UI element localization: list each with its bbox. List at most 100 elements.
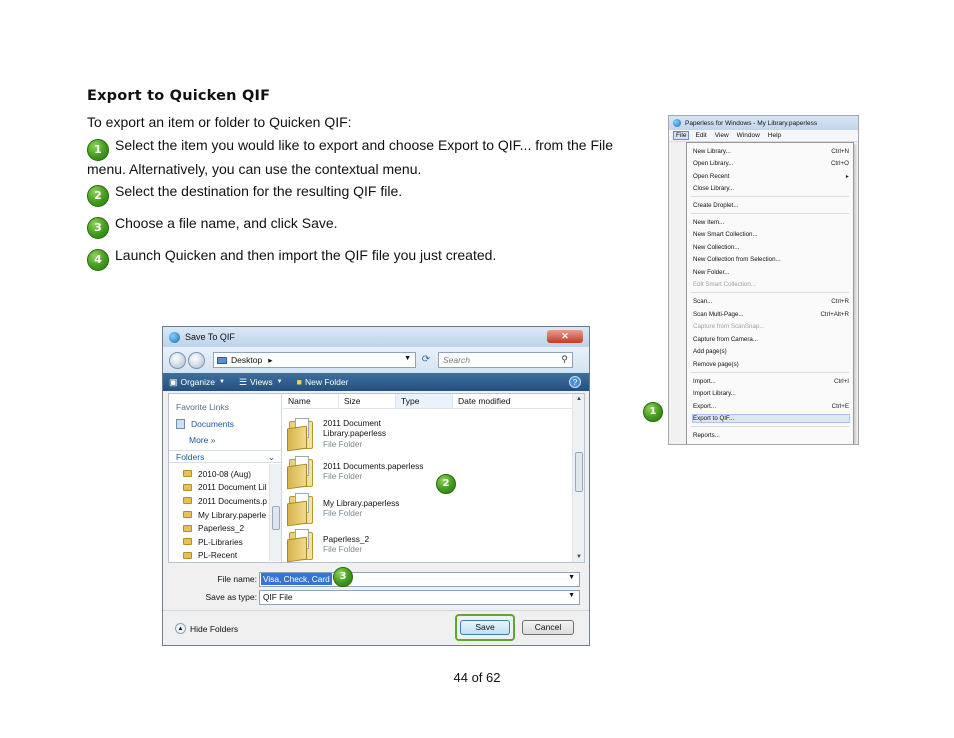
callout-3: 3 [333, 567, 353, 587]
cancel-button[interactable]: Cancel [522, 620, 574, 635]
menu-item[interactable]: New Folder... [693, 269, 849, 276]
step-2-text: Select the destination for the resulting… [115, 183, 403, 199]
menu-item[interactable]: Scan Multi-Page... Ctrl+Alt+R [693, 311, 849, 318]
folder-item[interactable]: PL-Libraries [183, 535, 269, 549]
hide-folders-button[interactable]: ▲ Hide Folders [175, 623, 238, 634]
favorites-more[interactable]: More » [189, 435, 215, 445]
refresh-icon[interactable]: ⟳ [418, 352, 434, 368]
folder-item[interactable]: 2011 Documents.p [183, 494, 269, 508]
folder-icon [183, 497, 192, 505]
menu-item[interactable]: Import... Ctrl+I [693, 378, 849, 385]
folder-scroll-thumb[interactable] [272, 506, 280, 530]
app-icon [673, 119, 681, 127]
menu-item[interactable]: New Library... Ctrl+N [693, 148, 849, 155]
search-input[interactable]: Search ⚲ [438, 352, 573, 368]
menu-item[interactable]: New Collection... [693, 244, 849, 251]
folder-label: 2011 Documents.p [198, 495, 268, 506]
menu-item-export-qif[interactable]: Export to QIF... [692, 414, 850, 423]
folder-item[interactable]: PL-Recent [183, 549, 269, 563]
close-button[interactable]: ✕ [547, 330, 583, 343]
menu-item[interactable]: Remove page(s) [693, 361, 849, 368]
folder-icon [287, 528, 314, 562]
file-type: File Folder [323, 544, 363, 555]
organize-button[interactable]: ▣ Organize ▼ [169, 377, 225, 388]
file-row[interactable]: My Library.paperless File Folder [287, 489, 557, 527]
menu-item[interactable]: Export... Ctrl+E [693, 403, 849, 410]
step-4: 4 Launch Quicken and then import the QIF … [87, 247, 647, 271]
folder-icon [183, 538, 192, 546]
save-type-select[interactable]: QIF File ▼ [259, 589, 580, 605]
menu-item[interactable]: New Collection from Selection... [693, 256, 849, 263]
chevron-down-icon[interactable]: ▼ [568, 574, 575, 581]
save-type-label: Save as type: [205, 592, 257, 602]
views-button[interactable]: ☰ Views ▼ [239, 377, 283, 388]
folder-label: 2011 Document Lil [198, 482, 267, 493]
menu-help[interactable]: Help [768, 132, 781, 139]
folder-icon [183, 524, 192, 532]
file-name: Paperless_2 [323, 533, 370, 544]
menu-item[interactable]: Import Library... [693, 390, 849, 397]
navigation-pane: Favorite Links Documents More » Folders ⌄… [169, 394, 282, 562]
save-type-row: Save as type: QIF File ▼ [163, 589, 589, 605]
dialog-toolbar: ▣ Organize ▼ ☰ Views ▼ ■ New Folder ? [163, 373, 589, 391]
file-row[interactable]: 2011 Document Library.paperless File Fold… [287, 414, 557, 452]
file-dropdown: New Library... Ctrl+N Open Library... Ctrl… [686, 142, 854, 444]
new-folder-label: New Folder [304, 377, 349, 387]
file-scroll-thumb[interactable] [575, 452, 583, 492]
menu-item[interactable]: Open Library... Ctrl+O [693, 160, 849, 167]
column-name[interactable]: Name [283, 394, 339, 408]
new-folder-button[interactable]: ■ New Folder [297, 377, 349, 387]
menu-item[interactable]: Add page(s) [693, 348, 849, 355]
column-type[interactable]: Type [396, 394, 453, 408]
menu-item[interactable]: Open Recent ▸ [693, 173, 849, 180]
forward-button[interactable] [188, 351, 205, 369]
folder-scrollbar[interactable] [269, 464, 281, 561]
menu-item[interactable]: Scan... Ctrl+R [693, 298, 849, 305]
help-icon[interactable]: ? [569, 376, 581, 388]
menu-item[interactable]: Capture from Camera... [693, 336, 849, 343]
menu-view[interactable]: View [715, 132, 729, 139]
file-row[interactable]: 2011 Documents.paperless File Folder [287, 452, 557, 490]
column-date-modified[interactable]: Date modified [453, 394, 573, 408]
file-row[interactable]: Paperless_2 File Folder [287, 525, 557, 563]
menu-window[interactable]: Window [737, 132, 760, 139]
scroll-down-icon[interactable]: ▼ [576, 554, 582, 560]
dialog-title: Save To QIF [185, 332, 235, 342]
menu-item[interactable]: Create Droplet... [693, 202, 849, 209]
browser-area: Favorite Links Documents More » Folders ⌄… [168, 393, 585, 563]
file-scrollbar[interactable]: ▲ ▼ [572, 394, 584, 562]
folders-heading[interactable]: Folders ⌄ [169, 450, 281, 463]
save-button[interactable]: Save [460, 620, 510, 635]
address-dropdown-icon[interactable]: ▼ [404, 355, 411, 362]
step-4-badge: 4 [87, 249, 109, 271]
favorite-documents[interactable]: Documents [176, 419, 234, 429]
folder-item[interactable]: My Library.paperle [183, 508, 269, 522]
search-icon[interactable]: ⚲ [561, 354, 568, 365]
folder-item[interactable]: 2010-08 (Aug) [183, 467, 269, 481]
breadcrumb-arrow-icon[interactable]: ▸ [268, 355, 272, 366]
hide-folders-label: Hide Folders [190, 623, 239, 634]
menu-item[interactable]: Close Library... [693, 185, 849, 192]
file-name-input[interactable]: Visa, Check, Card ▼ [259, 571, 580, 587]
documents-icon [176, 419, 185, 429]
chevron-down-icon[interactable]: ▼ [568, 592, 575, 599]
scroll-up-icon[interactable]: ▲ [576, 396, 582, 402]
search-placeholder: Search [443, 355, 470, 365]
folder-item[interactable]: Paperless_2 [183, 521, 269, 535]
menu-item[interactable]: Reports... [693, 432, 849, 439]
back-button[interactable] [169, 351, 186, 369]
step-3-text: Choose a file name, and click Save. [115, 215, 338, 231]
menu-file[interactable]: File [673, 131, 690, 140]
desktop-icon [217, 356, 227, 364]
file-type: File Folder [323, 508, 363, 519]
column-size[interactable]: Size [339, 394, 396, 408]
menu-separator [691, 196, 849, 197]
menu-edit[interactable]: Edit [695, 132, 706, 139]
folder-item[interactable]: 2011 Document Lil [183, 481, 269, 495]
folders-label: Folders [176, 452, 205, 462]
menu-item[interactable]: New Item... [693, 219, 849, 226]
new-folder-icon: ■ [296, 377, 302, 387]
folder-icon [183, 483, 192, 491]
address-bar[interactable]: Desktop ▸ ▼ [213, 352, 416, 368]
menu-item[interactable]: New Smart Collection... [693, 231, 849, 238]
